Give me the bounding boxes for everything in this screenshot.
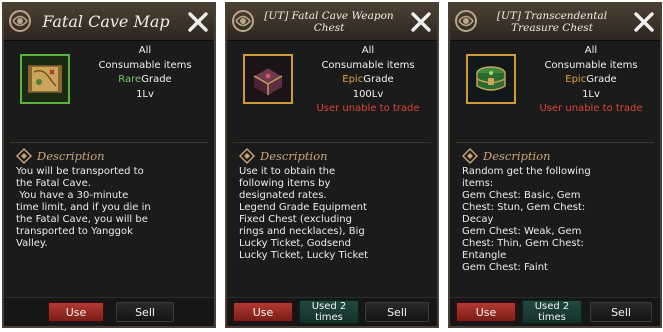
description-label: Description xyxy=(260,149,328,163)
item-type-text: Consumable items xyxy=(321,59,415,71)
grade-text: RareGrade xyxy=(80,73,210,88)
grade-suffix: Grade xyxy=(363,74,394,85)
diamond-ornament-icon xyxy=(16,148,32,164)
item-type-text: Consumable items xyxy=(544,59,638,71)
divider xyxy=(233,142,431,143)
description-label: Description xyxy=(37,149,105,163)
used-count-button[interactable]: Used 2 times xyxy=(522,300,582,324)
diamond-ornament-icon xyxy=(239,148,255,164)
description-text: You will be transported to the Fatal Cav… xyxy=(16,166,151,249)
grade-word: Rare xyxy=(118,74,142,85)
description-header: Description xyxy=(16,148,105,164)
close-icon[interactable] xyxy=(186,10,210,34)
used-count-button[interactable]: Used 2 times xyxy=(299,300,359,324)
description-text: Use it to obtain the following items by … xyxy=(239,166,369,261)
sell-button[interactable]: Sell xyxy=(590,302,652,322)
weapon-chest-icon xyxy=(245,56,291,102)
divider xyxy=(456,142,654,143)
description-header: Description xyxy=(462,148,551,164)
item-type-text: Consumable items xyxy=(98,59,192,71)
grade-text: EpicGrade xyxy=(303,73,433,88)
level-text: 100Lv xyxy=(352,88,384,100)
grade-text: EpicGrade xyxy=(526,73,656,88)
grade-suffix: Grade xyxy=(141,74,172,85)
trade-restriction-text: User unable to trade xyxy=(539,103,643,114)
target-text: All xyxy=(584,45,598,56)
tooltip-footer: Use Sell xyxy=(4,297,214,326)
item-title: Fatal Cave Map xyxy=(42,12,170,31)
trade-restriction-text: User unable to trade xyxy=(316,103,420,114)
tooltip-header: Fatal Cave Map xyxy=(4,4,214,41)
item-info: All Consumable items EpicGrade 100Lv Use… xyxy=(303,44,433,117)
treasure-chest-icon xyxy=(468,56,514,102)
item-tooltip-fatal-cave-map: Fatal Cave Map All Consumable items Rare… xyxy=(2,2,216,328)
tooltip-footer: Use Used 2 times Sell xyxy=(227,297,437,326)
close-icon[interactable] xyxy=(409,10,433,34)
tooltip-footer: Use Used 2 times Sell xyxy=(450,297,660,326)
use-button[interactable]: Use xyxy=(456,302,516,322)
item-title: [UT] Transcendental Treasure Chest xyxy=(496,10,608,34)
item-tooltip-transcendental-chest: [UT] Transcendental Treasure Chest All C… xyxy=(448,2,662,328)
item-info: All Consumable items EpicGrade 1Lv User … xyxy=(526,44,656,117)
level-text: 1Lv xyxy=(136,88,154,100)
target-text: All xyxy=(138,45,152,56)
item-info: All Consumable items RareGrade 1Lv xyxy=(80,44,210,102)
description-header: Description xyxy=(239,148,328,164)
map-scroll-icon xyxy=(22,56,68,102)
grade-word: Epic xyxy=(565,74,587,85)
sell-button[interactable]: Sell xyxy=(365,302,429,322)
ornament-icon xyxy=(232,10,254,32)
level-text: 1Lv xyxy=(582,88,600,100)
diamond-ornament-icon xyxy=(462,148,478,164)
grade-suffix: Grade xyxy=(586,74,617,85)
sell-button[interactable]: Sell xyxy=(116,302,174,322)
description-text: Random get the following items: Gem Ches… xyxy=(462,166,591,273)
grade-word: Epic xyxy=(342,74,364,85)
tooltip-header: [UT] Fatal Cave Weapon Chest xyxy=(227,4,437,41)
tooltip-header: [UT] Transcendental Treasure Chest xyxy=(450,4,660,41)
item-title: [UT] Fatal Cave Weapon Chest xyxy=(264,10,394,34)
item-icon-frame xyxy=(466,54,516,104)
divider xyxy=(10,142,208,143)
target-text: All xyxy=(361,45,375,56)
use-button[interactable]: Use xyxy=(233,302,293,322)
use-button[interactable]: Use xyxy=(48,302,104,322)
item-icon-frame xyxy=(20,54,70,104)
ornament-icon xyxy=(9,10,31,32)
description-label: Description xyxy=(483,149,551,163)
item-icon-frame xyxy=(243,54,293,104)
close-icon[interactable] xyxy=(632,10,656,34)
ornament-icon xyxy=(455,10,477,32)
item-tooltip-weapon-chest: [UT] Fatal Cave Weapon Chest All Consuma… xyxy=(225,2,439,328)
